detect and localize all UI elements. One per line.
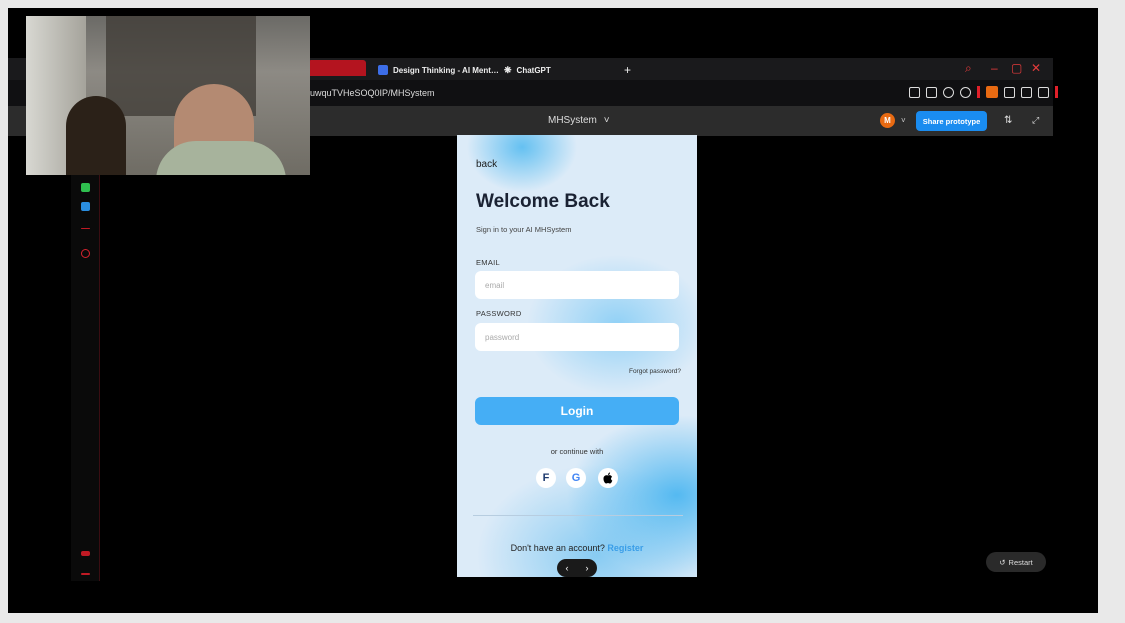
file-title[interactable]: MHSystem ˅ [548, 115, 610, 126]
browser-sidebar [71, 136, 100, 581]
previous-frame-button[interactable]: ‹ [566, 563, 569, 573]
screenshot-icon[interactable] [909, 86, 920, 98]
apple-icon[interactable] [598, 468, 618, 488]
docs-icon [378, 65, 388, 75]
divider-mark [977, 86, 980, 98]
download-icon[interactable] [1004, 86, 1015, 98]
telegram-icon[interactable] [81, 202, 90, 211]
email-label: EMAIL [476, 258, 501, 267]
tab-label: Design Thinking - AI Ment… [393, 65, 499, 75]
restore-button[interactable]: ▢ [1011, 61, 1022, 75]
no-account-text: Don't have an account? [510, 543, 605, 553]
apple-logo-glyph [603, 472, 613, 484]
divider-mark [1055, 86, 1058, 98]
close-button[interactable]: ✕ [1031, 61, 1041, 75]
password-label: PASSWORD [476, 309, 522, 318]
restart-label: Restart [1008, 557, 1033, 567]
register-prompt: Don't have an account? Register [457, 543, 697, 553]
google-icon[interactable]: G [566, 468, 586, 488]
login-screen-prototype: back Welcome Back Sign in to your AI MHS… [457, 135, 697, 577]
page-title: Welcome Back [476, 191, 610, 212]
extension-toolbar [909, 86, 1058, 98]
tab-label: ChatGPT [516, 65, 551, 75]
page-subtitle: Sign in to your AI MHSystem [476, 225, 572, 234]
tab-design-thinking[interactable]: Design Thinking - AI Ment… [378, 63, 499, 77]
tab-chatgpt[interactable]: ❋ ChatGPT [504, 63, 551, 77]
prototype-pager: ‹ › [557, 559, 597, 577]
active-tab[interactable] [308, 60, 366, 76]
vpn-icon[interactable] [943, 86, 954, 98]
minimize-button[interactable]: – [991, 61, 998, 75]
chatgpt-icon: ❋ [504, 64, 512, 75]
share-prototype-button[interactable]: Share prototype [916, 111, 987, 131]
email-field[interactable]: email [475, 271, 679, 299]
whatsapp-icon[interactable] [81, 183, 90, 192]
chevron-down-icon: ˅ [603, 115, 610, 126]
profile-icon[interactable] [986, 86, 998, 98]
file-title-text: MHSystem [548, 115, 597, 126]
next-frame-button[interactable]: › [586, 563, 589, 573]
separator-mark [81, 228, 90, 229]
heart-icon[interactable] [960, 86, 971, 98]
webcam-overlay [26, 16, 310, 175]
continue-with-label: or continue with [550, 447, 604, 456]
forgot-password-link[interactable]: Forgot password? [629, 368, 681, 375]
register-link[interactable]: Register [607, 543, 643, 553]
expand-icon[interactable]: ⤢ [1032, 115, 1039, 126]
more-icon[interactable] [81, 573, 90, 575]
login-button[interactable]: Login [475, 397, 679, 425]
password-field[interactable]: password [475, 323, 679, 351]
camera-icon[interactable] [926, 86, 937, 98]
menu-icon[interactable] [1038, 86, 1049, 98]
person-right-shirt [156, 141, 286, 175]
clock-icon[interactable] [81, 249, 90, 258]
avatar[interactable]: M [880, 113, 895, 128]
settings-icon[interactable]: ⇅ [1004, 115, 1012, 126]
screen-recording: Design Thinking - AI Ment… ❋ ChatGPT + ⌕… [8, 8, 1098, 613]
person-left [66, 96, 126, 175]
divider [473, 515, 683, 516]
chevron-down-icon[interactable]: ˅ [901, 116, 906, 125]
back-link[interactable]: back [476, 159, 497, 170]
url-text[interactable]: uwquTVHeSOQ0IP/MHSystem [310, 88, 435, 98]
restart-icon: ↺ [999, 557, 1006, 567]
battery-icon[interactable] [1021, 86, 1032, 98]
sidebar-footer-icon[interactable] [81, 551, 90, 556]
restart-button[interactable]: ↺ Restart [986, 552, 1046, 572]
facebook-icon[interactable]: F [536, 468, 556, 488]
search-icon[interactable]: ⌕ [965, 61, 972, 76]
new-tab-button[interactable]: + [624, 63, 631, 77]
